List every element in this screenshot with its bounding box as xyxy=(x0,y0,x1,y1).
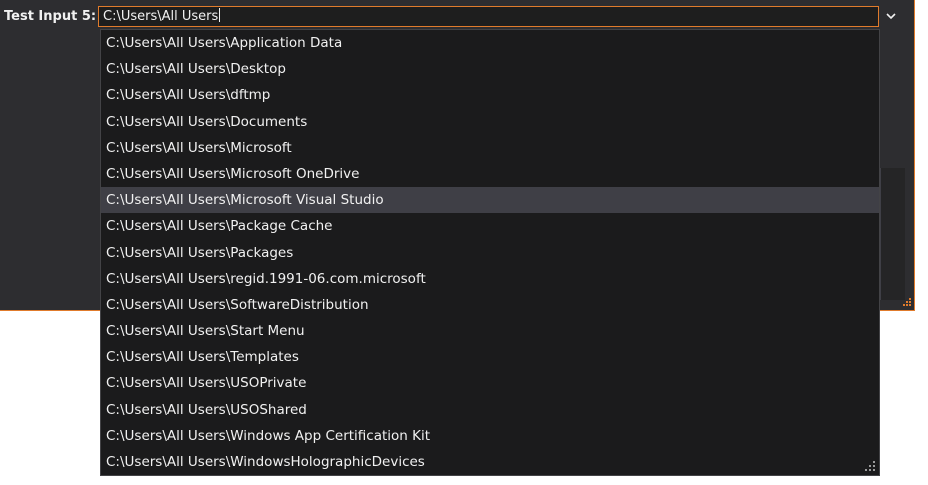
list-item[interactable]: C:\Users\All Users\Microsoft OneDrive xyxy=(101,161,879,187)
list-item[interactable]: C:\Users\All Users\Package Cache xyxy=(101,213,879,239)
text-caret xyxy=(219,8,221,22)
list-item[interactable]: C:\Users\All Users\regid.1991-06.com.mic… xyxy=(101,266,879,292)
list-item[interactable]: C:\Users\All Users\USOPrivate xyxy=(101,370,879,396)
list-item[interactable]: C:\Users\All Users\Microsoft Visual Stud… xyxy=(101,187,879,214)
list-item[interactable]: C:\Users\All Users\Packages xyxy=(101,240,879,266)
autocomplete-list[interactable]: C:\Users\All Users\Application Data C:\U… xyxy=(100,29,880,476)
list-item[interactable]: C:\Users\All Users\Windows App Certifica… xyxy=(101,423,879,449)
field-label: Test Input 5: xyxy=(4,9,97,24)
list-item[interactable]: C:\Users\All Users\Microsoft xyxy=(101,135,879,161)
list-item[interactable]: C:\Users\All Users\Desktop xyxy=(101,56,879,82)
side-panel xyxy=(880,168,905,300)
list-item[interactable]: C:\Users\All Users\Templates xyxy=(101,344,879,370)
list-item[interactable]: C:\Users\All Users\dftmp xyxy=(101,82,879,108)
list-item[interactable]: C:\Users\All Users\Start Menu xyxy=(101,318,879,344)
list-item[interactable]: C:\Users\All Users\USOShared xyxy=(101,397,879,423)
list-item[interactable]: C:\Users\All Users\SoftwareDistribution xyxy=(101,292,879,318)
list-item[interactable]: C:\Users\All Users\WindowsHolographicDev… xyxy=(101,449,879,475)
path-input[interactable]: C:\Users\All Users xyxy=(98,6,879,27)
path-input-value: C:\Users\All Users xyxy=(103,9,219,24)
list-item[interactable]: C:\Users\All Users\Application Data xyxy=(101,30,879,56)
list-item[interactable]: C:\Users\All Users\Documents xyxy=(101,109,879,135)
list-resize-grip-icon[interactable] xyxy=(862,458,876,472)
chevron-down-icon xyxy=(886,13,896,20)
dropdown-button[interactable] xyxy=(880,6,902,27)
resize-grip-icon[interactable] xyxy=(902,297,912,307)
